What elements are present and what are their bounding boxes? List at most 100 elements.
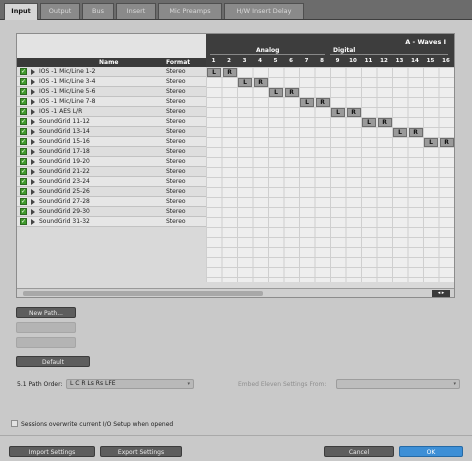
path-format[interactable]: Stereo <box>166 108 186 115</box>
expand-triangle-icon[interactable] <box>31 179 35 185</box>
channel-assignment-cell[interactable]: L <box>207 68 221 77</box>
path-row[interactable]: ✓ SoundGrid 23-24 Stereo <box>17 177 206 187</box>
tab-output[interactable]: Output <box>40 3 80 19</box>
path-row[interactable]: ✓ IOS -1 Mic/Line 3-4 Stereo <box>17 77 206 87</box>
expand-triangle-icon[interactable] <box>31 169 35 175</box>
name-column-header[interactable]: Name <box>99 59 118 66</box>
tab-input[interactable]: Input <box>4 3 38 20</box>
path-name[interactable]: SoundGrid 27-28 <box>39 198 90 205</box>
embed-settings-dropdown[interactable]: ▾ <box>336 379 460 389</box>
path-format[interactable]: Stereo <box>166 208 186 215</box>
channel-assignment-cell[interactable]: L <box>269 88 283 97</box>
path-row[interactable]: ✓ SoundGrid 31-32 Stereo <box>17 217 206 227</box>
path-name[interactable]: IOS -1 Mic/Line 3-4 <box>39 78 95 85</box>
path-format[interactable]: Stereo <box>166 148 186 155</box>
path-active-checkbox[interactable]: ✓ <box>20 68 27 75</box>
path-name[interactable]: IOS -1 AES L/R <box>39 108 82 115</box>
channel-assignment-cell[interactable]: L <box>424 138 438 147</box>
scrollbar-thumb[interactable] <box>23 291 263 296</box>
channel-assignment-cell[interactable]: L <box>393 128 407 137</box>
cancel-button[interactable]: Cancel <box>324 446 394 457</box>
path-active-checkbox[interactable]: ✓ <box>20 108 27 115</box>
path-active-checkbox[interactable]: ✓ <box>20 158 27 165</box>
path-name[interactable]: SoundGrid 15-16 <box>39 138 90 145</box>
ok-button[interactable]: OK <box>399 446 463 457</box>
path-format[interactable]: Stereo <box>166 198 186 205</box>
expand-triangle-icon[interactable] <box>31 89 35 95</box>
path-active-checkbox[interactable]: ✓ <box>20 198 27 205</box>
expand-triangle-icon[interactable] <box>31 129 35 135</box>
path-row[interactable]: ✓ SoundGrid 17-18 Stereo <box>17 147 206 157</box>
channel-assignment-cell[interactable]: R <box>222 68 237 77</box>
expand-triangle-icon[interactable] <box>31 219 35 225</box>
path-row[interactable]: ✓ SoundGrid 21-22 Stereo <box>17 167 206 177</box>
path-format[interactable]: Stereo <box>166 68 186 75</box>
expand-triangle-icon[interactable] <box>31 189 35 195</box>
path-name[interactable]: SoundGrid 29-30 <box>39 208 90 215</box>
path-name[interactable]: IOS -1 Mic/Line 5-6 <box>39 88 95 95</box>
path-row[interactable]: ✓ SoundGrid 13-14 Stereo <box>17 127 206 137</box>
channel-assignment-cell[interactable]: R <box>253 78 268 87</box>
expand-triangle-icon[interactable] <box>31 79 35 85</box>
path-format[interactable]: Stereo <box>166 178 186 185</box>
tab-hw-insert-delay[interactable]: H/W Insert Delay <box>224 3 304 19</box>
channel-assignment-cell[interactable]: L <box>331 108 345 117</box>
path-row[interactable]: ✓ SoundGrid 29-30 Stereo <box>17 207 206 217</box>
path-name[interactable]: IOS -1 Mic/Line 1-2 <box>39 68 95 75</box>
channel-assignment-cell[interactable]: L <box>300 98 314 107</box>
path-format[interactable]: Stereo <box>166 118 186 125</box>
export-settings-button[interactable]: Export Settings <box>100 446 182 457</box>
channel-grid[interactable]: LRLRLRLRLRLRLRLR <box>206 67 454 282</box>
channel-assignment-cell[interactable]: R <box>408 128 423 137</box>
tab-mic-preamps[interactable]: Mic Preamps <box>158 3 222 19</box>
path-row[interactable]: ✓ SoundGrid 27-28 Stereo <box>17 197 206 207</box>
expand-triangle-icon[interactable] <box>31 149 35 155</box>
path-active-checkbox[interactable]: ✓ <box>20 78 27 85</box>
expand-triangle-icon[interactable] <box>31 209 35 215</box>
expand-triangle-icon[interactable] <box>31 99 35 105</box>
path-name[interactable]: SoundGrid 23-24 <box>39 178 90 185</box>
expand-triangle-icon[interactable] <box>31 139 35 145</box>
path-name[interactable]: SoundGrid 21-22 <box>39 168 90 175</box>
path-active-checkbox[interactable]: ✓ <box>20 188 27 195</box>
expand-triangle-icon[interactable] <box>31 109 35 115</box>
path-format[interactable]: Stereo <box>166 218 186 225</box>
format-column-header[interactable]: Format <box>166 59 190 66</box>
path-row[interactable]: ✓ SoundGrid 19-20 Stereo <box>17 157 206 167</box>
expand-triangle-icon[interactable] <box>31 69 35 75</box>
path-active-checkbox[interactable]: ✓ <box>20 118 27 125</box>
path-active-checkbox[interactable]: ✓ <box>20 88 27 95</box>
path-active-checkbox[interactable]: ✓ <box>20 148 27 155</box>
channel-assignment-cell[interactable]: R <box>439 138 454 147</box>
path-row[interactable]: ✓ IOS -1 Mic/Line 1-2 Stereo <box>17 67 206 77</box>
path-format[interactable]: Stereo <box>166 168 186 175</box>
channel-assignment-cell[interactable]: R <box>315 98 330 107</box>
sessions-overwrite-checkbox[interactable] <box>11 420 18 427</box>
path-row[interactable]: ✓ SoundGrid 15-16 Stereo <box>17 137 206 147</box>
path-format[interactable]: Stereo <box>166 138 186 145</box>
path-row[interactable]: ✓ SoundGrid 25-26 Stereo <box>17 187 206 197</box>
path-format[interactable]: Stereo <box>166 88 186 95</box>
channel-assignment-cell[interactable]: L <box>238 78 252 87</box>
import-settings-button[interactable]: Import Settings <box>9 446 95 457</box>
path-format[interactable]: Stereo <box>166 78 186 85</box>
path-row[interactable]: ✓ IOS -1 Mic/Line 5-6 Stereo <box>17 87 206 97</box>
tab-bus[interactable]: Bus <box>82 3 114 19</box>
horizontal-scrollbar[interactable]: ◂ ▸ <box>17 288 454 297</box>
path-active-checkbox[interactable]: ✓ <box>20 98 27 105</box>
path-format[interactable]: Stereo <box>166 98 186 105</box>
path-name[interactable]: IOS -1 Mic/Line 7-8 <box>39 98 95 105</box>
path-name[interactable]: SoundGrid 19-20 <box>39 158 90 165</box>
expand-triangle-icon[interactable] <box>31 159 35 165</box>
new-path-button[interactable]: New Path... <box>16 307 76 318</box>
channel-assignment-cell[interactable]: R <box>346 108 361 117</box>
path-row[interactable]: ✓ SoundGrid 11-12 Stereo <box>17 117 206 127</box>
channel-assignment-cell[interactable]: L <box>362 118 376 127</box>
channel-assignment-cell[interactable]: R <box>377 118 392 127</box>
path-name[interactable]: SoundGrid 31-32 <box>39 218 90 225</box>
path-format[interactable]: Stereo <box>166 158 186 165</box>
path-name[interactable]: SoundGrid 25-26 <box>39 188 90 195</box>
path-active-checkbox[interactable]: ✓ <box>20 138 27 145</box>
expand-triangle-icon[interactable] <box>31 199 35 205</box>
default-button[interactable]: Default <box>16 356 90 367</box>
